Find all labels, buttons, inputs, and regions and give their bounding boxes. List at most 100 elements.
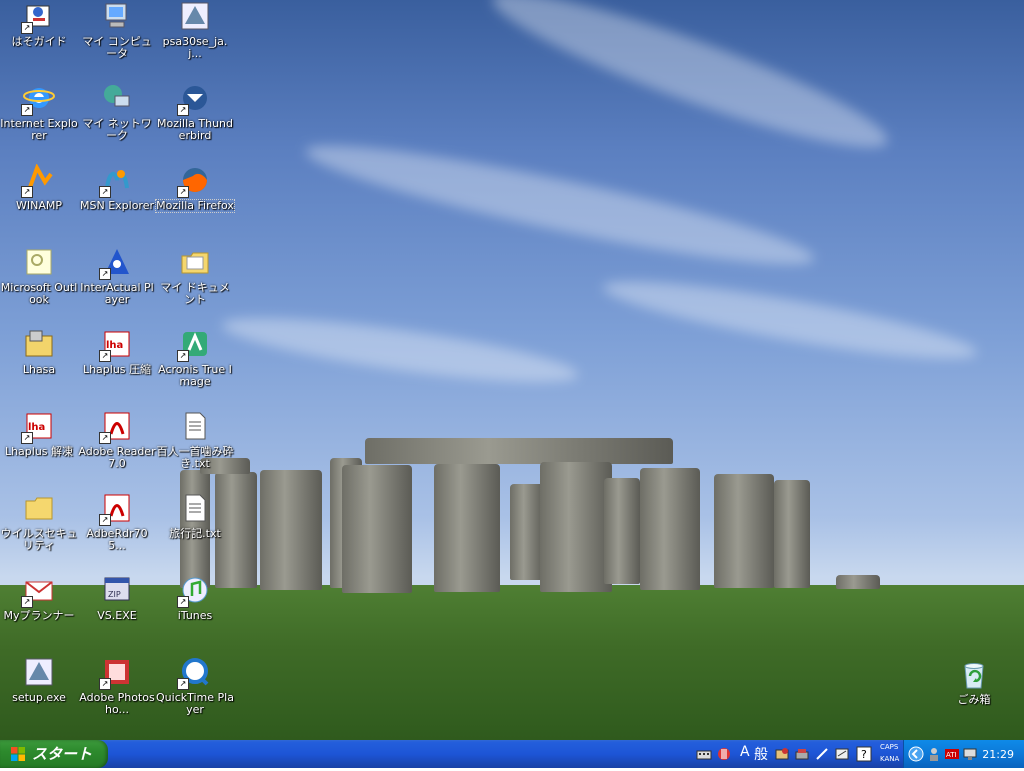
acronis-icon: ↗ bbox=[177, 328, 211, 362]
firefox-icon: ↗ bbox=[177, 164, 211, 198]
shortcut-arrow-icon: ↗ bbox=[177, 186, 189, 198]
lhaplus-icon: lha ↗ bbox=[21, 410, 55, 444]
desktop-icon-label: マイ ネットワーク bbox=[82, 117, 152, 142]
desktop-icon-label: psa30se_ja.j... bbox=[162, 35, 228, 60]
ime-general[interactable]: 般 bbox=[754, 744, 768, 764]
my-documents-icon bbox=[179, 246, 211, 278]
stone bbox=[434, 464, 500, 592]
msn-icon: ↗ bbox=[99, 164, 133, 198]
desktop-icon-label: Internet Explorer bbox=[0, 117, 78, 142]
sky-cloud bbox=[300, 126, 820, 284]
shortcut-arrow-icon: ↗ bbox=[99, 186, 111, 198]
sky-cloud bbox=[482, 0, 898, 171]
desktop-icon[interactable]: ↗ WINAMP bbox=[0, 163, 78, 244]
desktop-icon[interactable]: 旅行記.txt bbox=[156, 492, 234, 572]
itunes-icon: ↗ bbox=[177, 574, 211, 608]
desktop-icon[interactable]: Microsoft Outlook bbox=[0, 246, 78, 326]
network-tray-icon[interactable] bbox=[962, 746, 978, 762]
desktop-icon-label: 百人一首噛み砕き.txt bbox=[156, 445, 234, 470]
help-icon[interactable]: ? bbox=[856, 746, 872, 762]
shortcut-arrow-icon: ↗ bbox=[99, 432, 111, 444]
adobe-reader-icon: ↗ bbox=[99, 410, 133, 444]
text-file-icon bbox=[179, 410, 211, 442]
recycle-bin[interactable]: ごみ箱 bbox=[935, 658, 1013, 738]
desktop-icon[interactable]: 百人一首噛み砕き.txt bbox=[156, 410, 234, 490]
desktop-icon[interactable]: ↗ iTunes bbox=[156, 574, 234, 654]
recycle-bin-icon bbox=[958, 658, 990, 690]
quicktime-icon: ↗ bbox=[177, 656, 211, 690]
show-hidden-icons-chevron-icon[interactable] bbox=[908, 746, 924, 762]
desktop-icon[interactable]: psa30se_ja.j... bbox=[156, 0, 234, 80]
desktop-icon[interactable]: ↗ Adobe Reader 7.0 bbox=[78, 410, 156, 490]
ime-pen-icon[interactable] bbox=[814, 746, 830, 762]
svg-text:ATI: ATI bbox=[946, 751, 957, 759]
desktop-icon[interactable]: ↗ MSN Explorer bbox=[78, 164, 156, 244]
ime-pad-icon[interactable] bbox=[716, 746, 732, 762]
ime-settings-icon[interactable] bbox=[834, 746, 850, 762]
desktop-icon[interactable]: マイ ドキュメント bbox=[156, 246, 234, 326]
desktop-icon[interactable]: ウイルスセキュリティ bbox=[0, 492, 78, 572]
desktop-icon[interactable]: ↗ Adobe Photosho... bbox=[78, 656, 156, 736]
desktop[interactable]: ↗ はそガイド マイ コンピュータ psa30se_ja.j... ↗ Internet … bbox=[0, 0, 1024, 740]
recycle-bin-label: ごみ箱 bbox=[957, 693, 991, 706]
shortcut-arrow-icon: ↗ bbox=[177, 678, 189, 690]
keyboard-icon[interactable] bbox=[696, 746, 712, 762]
shortcut-arrow-icon: ↗ bbox=[21, 104, 33, 116]
desktop-icon[interactable]: setup.exe bbox=[0, 656, 78, 736]
desktop-icon[interactable]: ↗ はそガイド bbox=[0, 0, 78, 80]
folder-icon bbox=[23, 492, 55, 524]
desktop-icon[interactable]: ↗ Myプランナー bbox=[0, 574, 78, 654]
desktop-icon[interactable]: Lhasa bbox=[0, 328, 78, 408]
desktop-icon-label: Adobe Reader 7.0 bbox=[78, 445, 156, 470]
desktop-icon-label: ウイルスセキュリティ bbox=[0, 527, 78, 552]
ime-dictionary-icon[interactable] bbox=[774, 746, 790, 762]
desktop-icon-label: Mozilla Firefox bbox=[155, 199, 235, 213]
stone bbox=[260, 470, 322, 590]
desktop-icon[interactable]: ↗ InterActual Player bbox=[78, 246, 156, 326]
stone bbox=[714, 474, 774, 588]
shortcut-arrow-icon: ↗ bbox=[99, 268, 111, 280]
svg-text:ZIP: ZIP bbox=[108, 590, 121, 599]
clock[interactable]: 21:29 bbox=[982, 748, 1014, 761]
sky-cloud bbox=[218, 305, 582, 395]
interactual-icon: ↗ bbox=[99, 246, 133, 280]
start-button[interactable]: スタート bbox=[0, 740, 108, 768]
fallen-stone bbox=[836, 575, 880, 589]
text-file-icon bbox=[179, 492, 211, 524]
stone bbox=[510, 484, 544, 580]
desktop-icon[interactable]: ↗ AdbeRdr705... bbox=[78, 492, 156, 572]
desktop-icon[interactable]: マイ ネットワーク bbox=[78, 82, 156, 162]
desktop-icon[interactable]: マイ コンピュータ bbox=[78, 0, 156, 80]
desktop-icon-label: Acronis True Image bbox=[158, 363, 232, 388]
shortcut-arrow-icon: ↗ bbox=[99, 678, 111, 690]
ime-mode[interactable]: A bbox=[740, 744, 750, 760]
adobe-reader-icon: ↗ bbox=[99, 492, 133, 526]
internet-explorer-icon: ↗ bbox=[21, 82, 55, 116]
desktop-icon[interactable]: lha ↗ Lhaplus 圧縮 bbox=[78, 328, 156, 408]
user-tray-icon[interactable] bbox=[926, 746, 942, 762]
lhasa-icon bbox=[23, 328, 55, 360]
desktop-icon[interactable]: ↗ Internet Explorer bbox=[0, 82, 78, 162]
desktop-icon[interactable]: lha ↗ Lhaplus 解凍 bbox=[0, 410, 78, 490]
desktop-icon-label: VS.EXE bbox=[97, 609, 137, 622]
desktop-icon-label: マイ コンピュータ bbox=[82, 35, 152, 60]
desktop-icon-label: iTunes bbox=[177, 609, 213, 622]
desktop-icon[interactable]: ↗ Mozilla Thunderbird bbox=[156, 82, 234, 162]
stone-lintel bbox=[365, 438, 673, 464]
shortcut-arrow-icon: ↗ bbox=[99, 350, 111, 362]
myplanner-icon: ↗ bbox=[21, 574, 55, 608]
desktop-icon-label: Lhaplus 圧縮 bbox=[82, 363, 152, 376]
shortcut-arrow-icon: ↗ bbox=[21, 22, 33, 34]
ati-tray-icon[interactable]: ATI bbox=[944, 746, 960, 762]
desktop-icon[interactable]: ↗ Acronis True Image bbox=[156, 328, 234, 408]
desktop-icon[interactable]: ZIP VS.EXE bbox=[78, 574, 156, 654]
system-tray: ATI 21:29 bbox=[903, 740, 1024, 768]
shortcut-arrow-icon: ↗ bbox=[177, 104, 189, 116]
sky-cloud bbox=[599, 267, 981, 373]
desktop-icon[interactable]: ↗ QuickTime Player bbox=[156, 656, 234, 736]
desktop-icon-label: MSN Explorer bbox=[80, 199, 154, 212]
desktop-icon[interactable]: ↗ Mozilla Firefox bbox=[155, 164, 235, 244]
desktop-icon-label: はそガイド bbox=[11, 35, 67, 48]
ime-tool-icon[interactable] bbox=[794, 746, 810, 762]
svg-text:?: ? bbox=[861, 748, 867, 761]
